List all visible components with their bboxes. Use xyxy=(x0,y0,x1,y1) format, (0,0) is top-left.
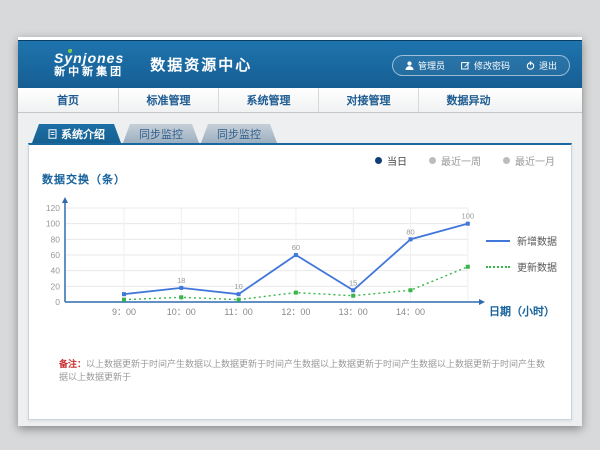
filter-label: 最近一周 xyxy=(441,153,481,168)
document-icon xyxy=(48,129,57,139)
chart-text: 11：00 xyxy=(224,307,252,317)
chart-text: 60 xyxy=(292,243,300,252)
data-point xyxy=(237,292,241,296)
radio-dot xyxy=(503,157,510,164)
chart-text: 0 xyxy=(55,297,60,307)
data-point xyxy=(179,295,183,299)
chart-text: 9：00 xyxy=(112,307,136,317)
data-point xyxy=(466,265,470,269)
person-icon xyxy=(405,61,414,70)
change-password-label: 修改密码 xyxy=(474,59,510,72)
nav-item-standard-mgmt[interactable]: 标准管理 xyxy=(118,88,218,112)
chart-legend: 新增数据 更新数据 xyxy=(486,233,557,274)
legend-label: 新增数据 xyxy=(517,233,557,248)
footnote: 备注：以上数据更新于时间产生数据以上数据更新于时间产生数据以上数据更新于时间产生… xyxy=(59,357,551,383)
content-area: 系统介绍 同步监控 同步监控 当日 最近一周 xyxy=(18,113,582,426)
data-point xyxy=(122,292,126,296)
user-menu: 管理员 修改密码 退出 xyxy=(392,55,570,76)
solid-line-icon xyxy=(486,240,510,242)
legend-label: 更新数据 xyxy=(517,259,557,274)
data-point xyxy=(294,253,298,257)
logout-label: 退出 xyxy=(539,59,557,72)
dashed-line-icon xyxy=(486,266,510,268)
chart-text: 13：00 xyxy=(339,307,368,317)
admin-button[interactable]: 管理员 xyxy=(405,59,445,72)
tab-label: 系统介绍 xyxy=(61,126,105,142)
filter-label: 当日 xyxy=(387,153,407,168)
edit-icon xyxy=(461,61,470,70)
tab-label: 同步监控 xyxy=(139,126,183,142)
legend-item-updated-data[interactable]: 更新数据 xyxy=(486,259,557,274)
chart-text: 40 xyxy=(51,266,61,276)
chart-text: 80 xyxy=(406,227,414,236)
footnote-text: 以上数据更新于时间产生数据以上数据更新于时间产生数据以上数据更新于时间产生数据以… xyxy=(59,359,545,382)
data-point xyxy=(409,288,413,292)
chart-text: 20 xyxy=(51,281,61,291)
chart-text: 10：00 xyxy=(167,307,196,317)
tab-bar: 系统介绍 同步监控 同步监控 xyxy=(32,124,279,143)
footnote-prefix: 备注： xyxy=(59,359,86,369)
x-axis-arrow xyxy=(479,299,485,305)
power-icon xyxy=(526,61,535,70)
leaf-icon xyxy=(68,49,72,53)
tab-system-intro[interactable]: 系统介绍 xyxy=(32,124,121,143)
chart-panel: 当日 最近一周 最近一月 数据交换（条） 0204060801001209：00… xyxy=(28,143,572,420)
data-point xyxy=(351,288,355,292)
chart-text: 120 xyxy=(46,203,60,213)
main-nav: 首页 标准管理 系统管理 对接管理 数据异动 xyxy=(18,88,582,113)
data-point xyxy=(237,298,241,302)
legend-item-new-data[interactable]: 新增数据 xyxy=(486,233,557,248)
data-point xyxy=(351,294,355,298)
logout-button[interactable]: 退出 xyxy=(526,59,557,72)
radio-dot xyxy=(429,157,436,164)
nav-item-home[interactable]: 首页 xyxy=(18,88,118,112)
chart-text: 日期（小时） xyxy=(489,304,555,318)
app-window: Synjones 新中新集团 数据资源中心 管理员 修改密码 xyxy=(18,37,582,426)
time-range-filters: 当日 最近一周 最近一月 xyxy=(375,153,555,168)
admin-label: 管理员 xyxy=(418,59,445,72)
radio-dot-selected xyxy=(375,157,382,164)
filter-label: 最近一月 xyxy=(515,153,555,168)
filter-today[interactable]: 当日 xyxy=(375,153,407,168)
chart-text: 14：00 xyxy=(396,307,425,317)
data-point xyxy=(409,237,413,241)
tab-sync-monitor-2[interactable]: 同步监控 xyxy=(201,124,277,143)
brand-name: Synjones xyxy=(54,51,124,66)
chart-text: 100 xyxy=(462,212,475,221)
data-point xyxy=(294,291,298,295)
filter-last-month[interactable]: 最近一月 xyxy=(503,153,555,168)
chart-text: 18 xyxy=(177,276,185,285)
page-title: 数据资源中心 xyxy=(150,54,252,75)
tab-label: 同步监控 xyxy=(217,126,261,142)
data-point xyxy=(466,222,470,226)
nav-item-data-change[interactable]: 数据异动 xyxy=(418,88,518,112)
chart-text: 100 xyxy=(46,219,60,229)
app-header: Synjones 新中新集团 数据资源中心 管理员 修改密码 xyxy=(18,40,582,88)
chart-text: 12：00 xyxy=(281,307,310,317)
change-password-button[interactable]: 修改密码 xyxy=(461,59,510,72)
chart-text: 15 xyxy=(349,278,357,287)
chart-text: 60 xyxy=(51,250,61,260)
chart-text: 10 xyxy=(234,282,242,291)
nav-item-system-mgmt[interactable]: 系统管理 xyxy=(218,88,318,112)
filter-last-week[interactable]: 最近一周 xyxy=(429,153,481,168)
data-point xyxy=(122,298,126,302)
y-axis-arrow xyxy=(62,197,68,203)
chart-text: 80 xyxy=(51,234,61,244)
brand-logo: Synjones 新中新集团 xyxy=(54,51,124,78)
tab-sync-monitor-1[interactable]: 同步监控 xyxy=(123,124,199,143)
brand-name-cn: 新中新集团 xyxy=(54,66,124,78)
data-point xyxy=(179,286,183,290)
nav-item-interface-mgmt[interactable]: 对接管理 xyxy=(318,88,418,112)
